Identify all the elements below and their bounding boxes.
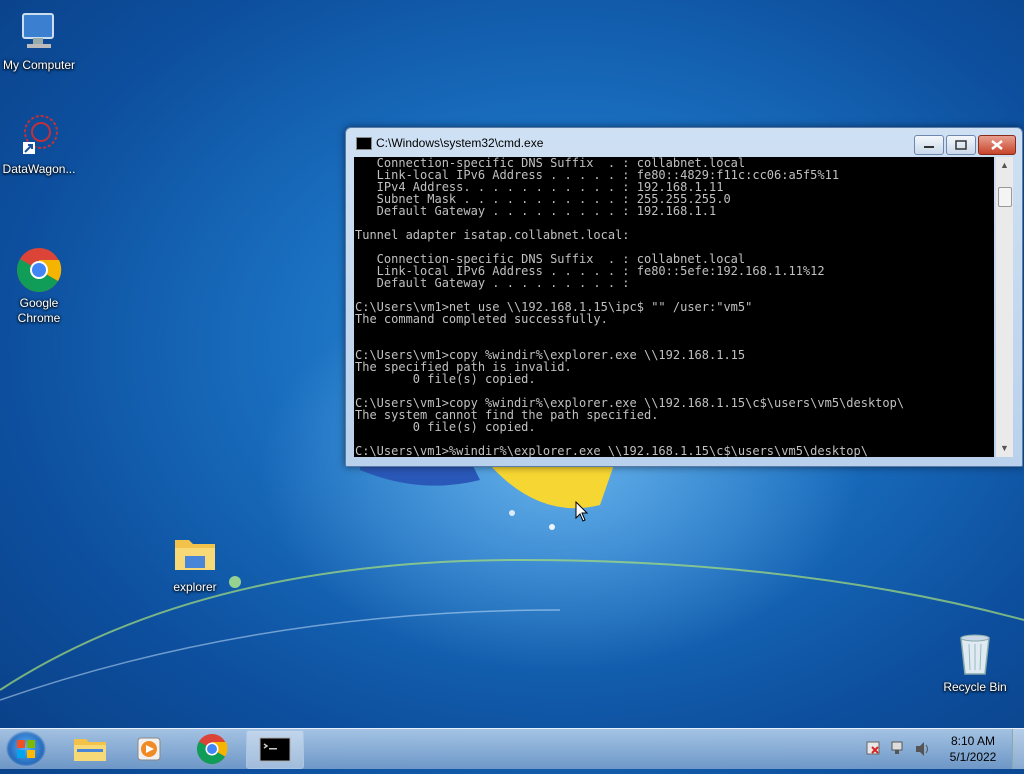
- desktop-icon-label: DataWagon...: [2, 162, 76, 176]
- desktop-icon-label: explorer: [173, 580, 217, 594]
- desktop-icon-label: Recycle Bin: [943, 680, 1007, 694]
- scroll-down-arrow-icon[interactable]: ▼: [996, 440, 1013, 457]
- folder-icon: [171, 530, 219, 578]
- close-button[interactable]: [978, 135, 1016, 155]
- title-bar[interactable]: C:\Windows\system32\cmd.exe: [346, 128, 1022, 156]
- show-desktop-button[interactable]: [1012, 729, 1024, 769]
- minimize-button[interactable]: [914, 135, 944, 155]
- vertical-scrollbar[interactable]: ▲ ▼: [996, 157, 1013, 457]
- system-tray: [862, 729, 932, 769]
- taskbar-file-explorer[interactable]: [62, 730, 118, 767]
- cmd-icon: [259, 737, 291, 762]
- scroll-up-arrow-icon[interactable]: ▲: [996, 157, 1013, 174]
- file-explorer-icon: [74, 739, 106, 761]
- desktop-icon-google-chrome[interactable]: Google Chrome: [0, 216, 84, 341]
- network-icon: [891, 741, 903, 754]
- taskbar: 8:10 AM 5/1/2022: [0, 728, 1024, 769]
- cmd-window[interactable]: C:\Windows\system32\cmd.exe Connection-s…: [345, 127, 1023, 467]
- desktop-icon-explorer[interactable]: explorer: [150, 530, 240, 595]
- desktop-icon-recycle-bin[interactable]: Recycle Bin: [930, 630, 1020, 695]
- clock-time: 8:10 AM: [950, 734, 996, 748]
- taskbar-chrome[interactable]: [184, 730, 240, 767]
- recycle-bin-icon: [951, 630, 999, 678]
- my-computer-icon: [15, 8, 63, 56]
- clock[interactable]: 8:10 AM 5/1/2022: [938, 733, 1008, 765]
- clock-date: 5/1/2022: [949, 750, 997, 764]
- desktop-icon-my-computer[interactable]: My Computer: [0, 8, 84, 73]
- maximize-button[interactable]: [946, 135, 976, 155]
- window-title: C:\Windows\system32\cmd.exe: [376, 136, 544, 150]
- mouse-cursor-icon: [575, 501, 589, 522]
- scroll-thumb[interactable]: [998, 187, 1012, 207]
- desktop-icon-label: My Computer: [2, 58, 76, 72]
- media-player-icon: [137, 737, 161, 761]
- minimize-icon: [924, 146, 934, 148]
- cmd-icon: [356, 137, 372, 150]
- taskbar-cmd[interactable]: [246, 730, 304, 769]
- close-icon: [991, 140, 1003, 150]
- volume-icon: [916, 742, 928, 756]
- chrome-icon: [15, 231, 63, 292]
- windows-logo-icon: [17, 740, 35, 758]
- console-text: Connection-specific DNS Suffix . : colla…: [355, 157, 905, 457]
- action-center-icon: [866, 741, 880, 755]
- datawagon-icon: [15, 112, 63, 160]
- desktop-icon-label: Google Chrome: [17, 296, 61, 325]
- desktop-icon-datawagon[interactable]: DataWagon...: [0, 112, 84, 177]
- maximize-icon: [955, 140, 967, 150]
- chrome-icon: [196, 734, 228, 765]
- taskbar-media-player[interactable]: [122, 730, 178, 767]
- start-button[interactable]: [6, 731, 46, 767]
- console-output[interactable]: Connection-specific DNS Suffix . : colla…: [354, 157, 994, 457]
